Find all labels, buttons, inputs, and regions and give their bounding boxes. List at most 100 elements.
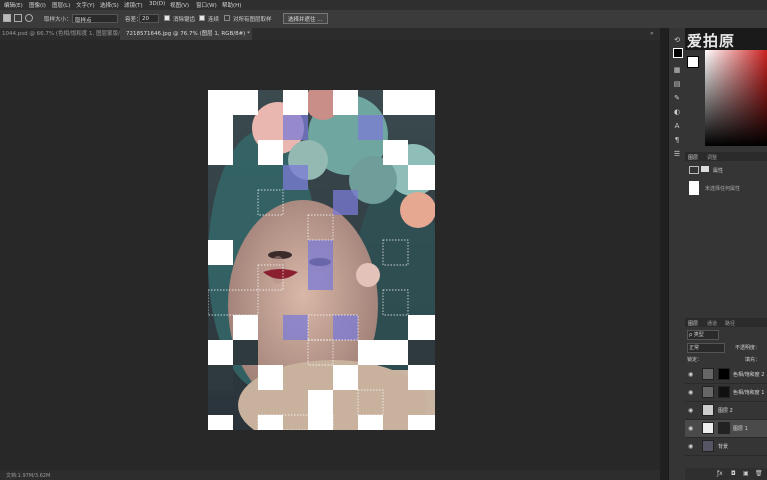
sample-size-select[interactable]: 取样点: [72, 14, 118, 24]
tolerance-input[interactable]: 20: [139, 14, 159, 23]
collapse-icon[interactable]: «: [650, 30, 654, 37]
properties-thumbnail: [689, 181, 699, 195]
document-size-status: 文档:1.97M/3.62M: [6, 473, 51, 479]
all-layers-label: 对所有图层取样: [233, 17, 272, 23]
right-panel: 爱拍原 图层 调整 属性 未选择任何属性 图层 通道 路径 ρ 类型 正常 不透…: [685, 28, 767, 480]
color-picker-field[interactable]: [705, 50, 767, 146]
menu-select[interactable]: 选择(S): [100, 1, 119, 9]
subtract-selection-icon[interactable]: [25, 14, 33, 22]
layer-name: 色相/饱和度 1: [733, 390, 765, 396]
visibility-eye-icon[interactable]: ◉: [688, 407, 693, 414]
visibility-eye-icon[interactable]: ◉: [688, 425, 693, 432]
panel-divider[interactable]: [660, 28, 668, 480]
antialias-label: 消除锯齿: [173, 17, 196, 23]
layer-thumbnail: [702, 422, 714, 434]
menu-help[interactable]: 帮助(H): [222, 1, 241, 9]
menu-3d[interactable]: 3D(D): [149, 1, 165, 7]
contiguous-label: 连续: [208, 17, 220, 23]
new-layer-icon[interactable]: ▣: [743, 470, 749, 477]
menu-bar: 编辑(E) 图像(I) 图层(L) 文字(Y) 选择(S) 滤镜(T) 3D(D…: [0, 0, 767, 10]
tab-document-2[interactable]: 7218571646.jpg @ 76.7% (图层 1, RGB/8#) *: [120, 28, 252, 40]
mask-thumbnail: [718, 386, 730, 398]
layer-row-selected[interactable]: ◉ 图层 1: [685, 420, 767, 438]
layer-row[interactable]: ◉ 色相/饱和度 2: [685, 366, 767, 384]
layer-name: 色相/饱和度 2: [733, 372, 765, 378]
layers-tab-header: 图层 通道 路径: [685, 318, 767, 327]
layer-row[interactable]: ◉ 图层 2: [685, 402, 767, 420]
visibility-eye-icon[interactable]: ◉: [688, 443, 693, 450]
menu-view[interactable]: 视图(V): [170, 1, 189, 9]
menu-image[interactable]: 图像(I): [29, 1, 46, 9]
character-icon[interactable]: A: [673, 122, 681, 130]
layer-name: 背景: [718, 444, 729, 450]
menu-window[interactable]: 窗口(W): [196, 1, 217, 9]
contiguous-checkbox[interactable]: [199, 15, 205, 21]
layer-name: 图层 1: [733, 426, 748, 432]
layer-kind-label: ρ 类型: [689, 332, 704, 338]
menu-edit[interactable]: 编辑(E): [4, 1, 23, 9]
watermark-logo: 爱拍原: [687, 32, 736, 50]
swatches-icon[interactable]: ▤: [673, 80, 681, 88]
blend-mode-value: 正常: [689, 345, 700, 351]
document-image[interactable]: [208, 90, 435, 430]
new-selection-icon[interactable]: [3, 14, 11, 22]
menu-layer[interactable]: 图层(L): [52, 1, 70, 9]
color-sample-swatch[interactable]: [687, 56, 699, 68]
properties-icon[interactable]: ☰: [673, 150, 681, 158]
sample-size-value: 取样点: [75, 18, 92, 24]
portrait-artwork: [208, 90, 435, 430]
layers-footer: ƒx ◘ ▣ 🗑: [685, 468, 767, 480]
layer-thumbnail: [702, 440, 714, 452]
menu-filter[interactable]: 滤镜(T): [124, 1, 143, 9]
tab-document-1-label: 1044.psd @ 66.7% (色相/饱和度 1, 图层蒙版/8) *: [2, 31, 131, 37]
history-icon[interactable]: ⟲: [673, 36, 681, 44]
visibility-eye-icon[interactable]: ◉: [688, 371, 693, 378]
tab-adjustments-small[interactable]: 调整: [707, 154, 717, 161]
add-mask-icon[interactable]: ◘: [731, 470, 736, 477]
brush-icon[interactable]: ✎: [673, 94, 681, 102]
color-icon[interactable]: ▦: [673, 66, 681, 74]
mask-icon[interactable]: [701, 166, 709, 172]
layer-thumbnail: [702, 404, 714, 416]
adjustments-icon[interactable]: ◐: [673, 108, 681, 116]
tab-paths[interactable]: 路径: [725, 320, 735, 327]
properties-tab-header: 图层 调整: [685, 152, 767, 161]
options-bar: 取样大小： 取样点 容差： 20 消除锯齿 连续 对所有图层取样 选择并遮住 .…: [0, 10, 767, 29]
adjustment-thumbnail: [702, 368, 714, 380]
blend-mode-select[interactable]: 正常: [687, 343, 725, 353]
layer-kind-filter[interactable]: ρ 类型: [687, 330, 719, 340]
lock-label: 锁定：: [687, 357, 703, 363]
tab-layers[interactable]: 图层: [688, 320, 698, 327]
opacity-label: 不透明度：: [735, 345, 761, 351]
layer-row[interactable]: ◉ 色相/饱和度 1: [685, 384, 767, 402]
pixel-layer-icon[interactable]: [689, 166, 699, 174]
all-layers-checkbox[interactable]: [224, 15, 230, 21]
fx-icon[interactable]: ƒx: [717, 470, 723, 477]
properties-label: 属性: [713, 168, 724, 174]
panel-tool-strip: ⟲ ▦ ▤ ✎ ◐ A ¶ ☰: [668, 28, 686, 480]
tolerance-value: 20: [142, 16, 149, 22]
watermark-area: 爱拍原: [685, 28, 767, 50]
tab-document-2-label: 7218571646.jpg @ 76.7% (图层 1, RGB/8#) *: [126, 31, 250, 37]
tab-document-1[interactable]: 1044.psd @ 66.7% (色相/饱和度 1, 图层蒙版/8) *: [0, 28, 130, 40]
mask-thumbnail: [718, 368, 730, 380]
properties-sub-label: 未选择任何属性: [705, 186, 741, 192]
foreground-color-icon[interactable]: [673, 48, 683, 58]
antialias-checkbox[interactable]: [164, 15, 170, 21]
tab-channels[interactable]: 通道: [707, 320, 717, 327]
select-and-mask-button[interactable]: 选择并遮住 ...: [283, 13, 328, 24]
status-bar: 文档:1.97M/3.62M: [0, 470, 660, 480]
tab-layers-small[interactable]: 图层: [688, 154, 698, 161]
fill-label: 填充：: [745, 357, 761, 363]
document-tab-bar: 1044.psd @ 66.7% (色相/饱和度 1, 图层蒙版/8) * 72…: [0, 28, 660, 40]
menu-type[interactable]: 文字(Y): [76, 1, 95, 9]
layer-name: 图层 2: [718, 408, 733, 414]
adjustment-thumbnail: [702, 386, 714, 398]
delete-layer-icon[interactable]: 🗑: [755, 470, 763, 477]
layer-row[interactable]: ◉ 背景: [685, 438, 767, 456]
add-selection-icon[interactable]: [14, 14, 22, 22]
sample-size-label: 取样大小：: [44, 17, 72, 23]
visibility-eye-icon[interactable]: ◉: [688, 389, 693, 396]
paragraph-icon[interactable]: ¶: [673, 136, 681, 144]
mask-thumbnail: [718, 422, 730, 434]
